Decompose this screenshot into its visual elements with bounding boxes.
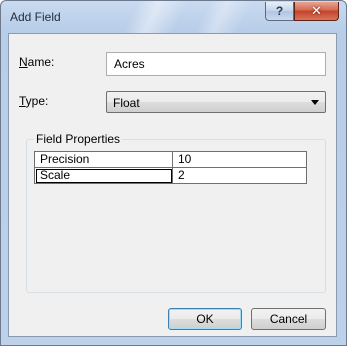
help-button[interactable]: ? xyxy=(265,2,294,21)
name-label: Name: xyxy=(19,55,55,69)
help-icon: ? xyxy=(275,4,284,18)
type-label: Type: xyxy=(19,94,49,108)
table-row: Scale 2 xyxy=(34,167,307,184)
field-properties-title: Field Properties xyxy=(34,132,123,146)
window-title: Add Field xyxy=(10,10,61,24)
add-field-dialog: Add Field ? ✕ Name: Acres Type: Float Fi… xyxy=(0,0,347,346)
name-input[interactable]: Acres xyxy=(106,52,326,76)
close-icon: ✕ xyxy=(311,3,322,18)
property-value-cell[interactable]: 2 xyxy=(172,167,307,184)
cancel-button[interactable]: Cancel xyxy=(251,308,326,330)
chevron-down-icon xyxy=(311,100,319,105)
property-name-cell[interactable]: Precision xyxy=(34,151,173,168)
field-properties-table: Precision 10 Scale 2 xyxy=(34,151,307,184)
type-dropdown[interactable]: Float xyxy=(106,91,326,113)
table-row: Precision 10 xyxy=(34,151,307,168)
close-button[interactable]: ✕ xyxy=(294,2,339,21)
type-dropdown-value: Float xyxy=(113,96,140,110)
field-properties-group: Field Properties Precision 10 Scale 2 xyxy=(26,132,326,293)
property-value-cell[interactable]: 10 xyxy=(172,151,307,168)
property-name-cell[interactable]: Scale xyxy=(34,167,173,184)
dialog-body: Name: Acres Type: Float Field Properties… xyxy=(8,33,337,337)
ok-button[interactable]: OK xyxy=(168,308,242,330)
